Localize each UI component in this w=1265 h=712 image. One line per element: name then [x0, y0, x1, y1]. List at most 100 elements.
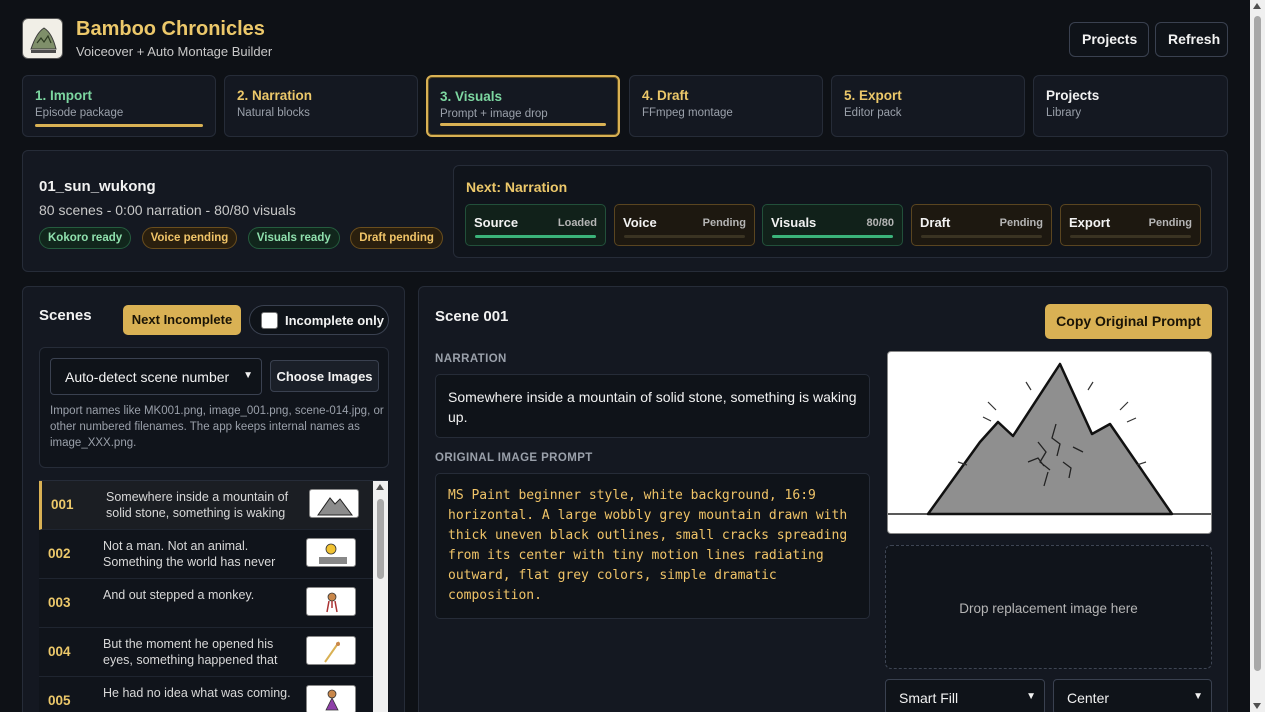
projects-button[interactable]: Projects [1069, 22, 1149, 57]
step-subtitle: Episode package [35, 107, 124, 119]
scene-text: But the moment he opened his eyes, somet… [103, 637, 278, 667]
step-title: 3. Visuals [440, 89, 503, 104]
step-title: 4. Draft [642, 88, 689, 103]
step-progress [35, 124, 203, 127]
incomplete-only-label: Incomplete only [285, 313, 384, 328]
scene-thumbnail [306, 685, 356, 712]
stage-name: Draft [920, 215, 951, 230]
image-prompt-text[interactable]: MS Paint beginner style, white backgroun… [435, 473, 870, 619]
pipeline-stage-visuals: Visuals 80/80 [762, 204, 903, 246]
episode-title: 01_sun_wukong [39, 178, 156, 195]
step-subtitle: Editor pack [844, 107, 902, 119]
page-scrollbar[interactable] [1250, 0, 1265, 712]
scroll-up-icon[interactable] [376, 484, 384, 490]
stage-track [772, 235, 893, 238]
scene-text: Somewhere inside a mountain of solid sto… [106, 490, 289, 520]
status-badge: Voice pending [141, 227, 238, 249]
step-draft[interactable]: 4. Draft FFmpeg montage [629, 75, 823, 137]
app-header: Bamboo Chronicles Voiceover + Auto Monta… [22, 18, 1228, 62]
incomplete-only-checkbox[interactable] [261, 312, 278, 329]
chevron-down-icon: ▼ [1026, 691, 1036, 702]
step-export[interactable]: 5. Export Editor pack [831, 75, 1025, 137]
scene-text: He had no idea what was coming. [103, 686, 291, 700]
scene-thumbnail [306, 636, 356, 665]
stage-fill [475, 235, 596, 238]
scene-list-scrollbar[interactable] [373, 481, 388, 712]
scene-number: 002 [48, 546, 71, 561]
workflow-steps: 1. Import Episode package 2. Narration N… [22, 75, 1228, 137]
stage-track [921, 235, 1042, 238]
list-item[interactable]: 005 He had no idea what was coming. [39, 677, 373, 712]
import-hint: Import names like MK001.png, image_001.p… [50, 405, 384, 449]
stage-name: Export [1069, 215, 1111, 230]
scroll-up-icon[interactable] [1253, 3, 1261, 9]
stage-value: Loaded [557, 217, 597, 229]
image-import-box: Auto-detect scene number ▼ Choose Images… [39, 347, 389, 468]
scene-thumbnail [306, 538, 356, 567]
app-logo [22, 18, 63, 59]
narration-text[interactable]: Somewhere inside a mountain of solid sto… [435, 374, 870, 438]
scenes-panel: Scenes Next Incomplete Incomplete only A… [22, 286, 405, 712]
list-item[interactable]: 002 Not a man. Not an animal. Something … [39, 530, 373, 579]
step-visuals[interactable]: 3. Visuals Prompt + image drop [426, 75, 620, 137]
select-value: Center [1067, 690, 1110, 706]
scene-number-detect-select[interactable]: Auto-detect scene number ▼ [50, 358, 262, 395]
narration-label: NARRATION [435, 353, 507, 365]
step-narration[interactable]: 2. Narration Natural blocks [224, 75, 418, 137]
scene-number: 003 [48, 595, 71, 610]
drop-zone-label: Drop replacement image here [959, 601, 1138, 616]
list-item[interactable]: 003 And out stepped a monkey. [39, 579, 373, 628]
fit-mode-select[interactable]: Smart Fill ▼ [885, 679, 1045, 712]
step-title: 1. Import [35, 88, 93, 103]
step-subtitle: Library [1046, 107, 1082, 119]
pipeline-stage-source: Source Loaded [465, 204, 606, 246]
scrollbar-thumb[interactable] [1254, 16, 1261, 671]
app-subtitle: Voiceover + Auto Montage Builder [76, 44, 273, 59]
scene-thumbnail [306, 587, 356, 616]
step-import[interactable]: 1. Import Episode package [22, 75, 216, 137]
select-value: Auto-detect scene number [65, 369, 230, 385]
scrollbar-thumb[interactable] [377, 499, 384, 579]
list-item[interactable]: 001 Somewhere inside a mountain of solid… [39, 481, 373, 530]
scene-number: 005 [48, 693, 71, 708]
incomplete-only-toggle[interactable]: Incomplete only [249, 305, 389, 335]
stage-name: Voice [623, 215, 657, 230]
next-step-title: Next: Narration [466, 179, 568, 195]
refresh-button[interactable]: Refresh [1155, 22, 1228, 57]
app-title: Bamboo Chronicles [76, 18, 265, 40]
step-projects[interactable]: Projects Library [1033, 75, 1228, 137]
image-drop-zone[interactable]: Drop replacement image here [885, 545, 1212, 669]
step-subtitle: Prompt + image drop [440, 108, 548, 120]
step-title: 2. Narration [237, 88, 313, 103]
scene-text: Not a man. Not an animal. Something the … [103, 539, 276, 569]
list-item[interactable]: 004 But the moment he opened his eyes, s… [39, 628, 373, 677]
stage-track [1070, 235, 1191, 238]
scene-number: 004 [48, 644, 71, 659]
choose-images-button[interactable]: Choose Images [270, 360, 379, 392]
stage-value: Pending [1148, 217, 1192, 229]
copy-original-prompt-button[interactable]: Copy Original Prompt [1045, 304, 1212, 339]
step-title: 5. Export [844, 88, 902, 103]
anchor-select[interactable]: Center ▼ [1053, 679, 1212, 712]
step-subtitle: Natural blocks [237, 107, 310, 119]
chevron-down-icon: ▼ [1193, 691, 1203, 702]
status-badge: Draft pending [350, 227, 443, 249]
step-title: Projects [1046, 88, 1100, 103]
stage-track [475, 235, 596, 238]
scene-image-preview [887, 351, 1212, 534]
scene-list: 001 Somewhere inside a mountain of solid… [39, 480, 389, 712]
pipeline-status: Next: Narration Source Loaded Voice Pend… [453, 165, 1212, 258]
scene-number: 001 [51, 497, 74, 512]
step-subtitle: FFmpeg montage [642, 107, 733, 119]
stage-name: Visuals [771, 215, 817, 230]
stage-track [624, 235, 745, 238]
next-incomplete-button[interactable]: Next Incomplete [123, 305, 241, 335]
scroll-down-icon[interactable] [1253, 703, 1261, 709]
stage-value: Pending [999, 217, 1043, 229]
scene-thumbnail [309, 489, 359, 518]
scene-text: And out stepped a monkey. [103, 588, 255, 602]
pipeline-stage-draft: Draft Pending [911, 204, 1052, 246]
step-progress [440, 123, 606, 126]
pipeline-stage-export: Export Pending [1060, 204, 1201, 246]
status-badge: Visuals ready [247, 227, 340, 249]
